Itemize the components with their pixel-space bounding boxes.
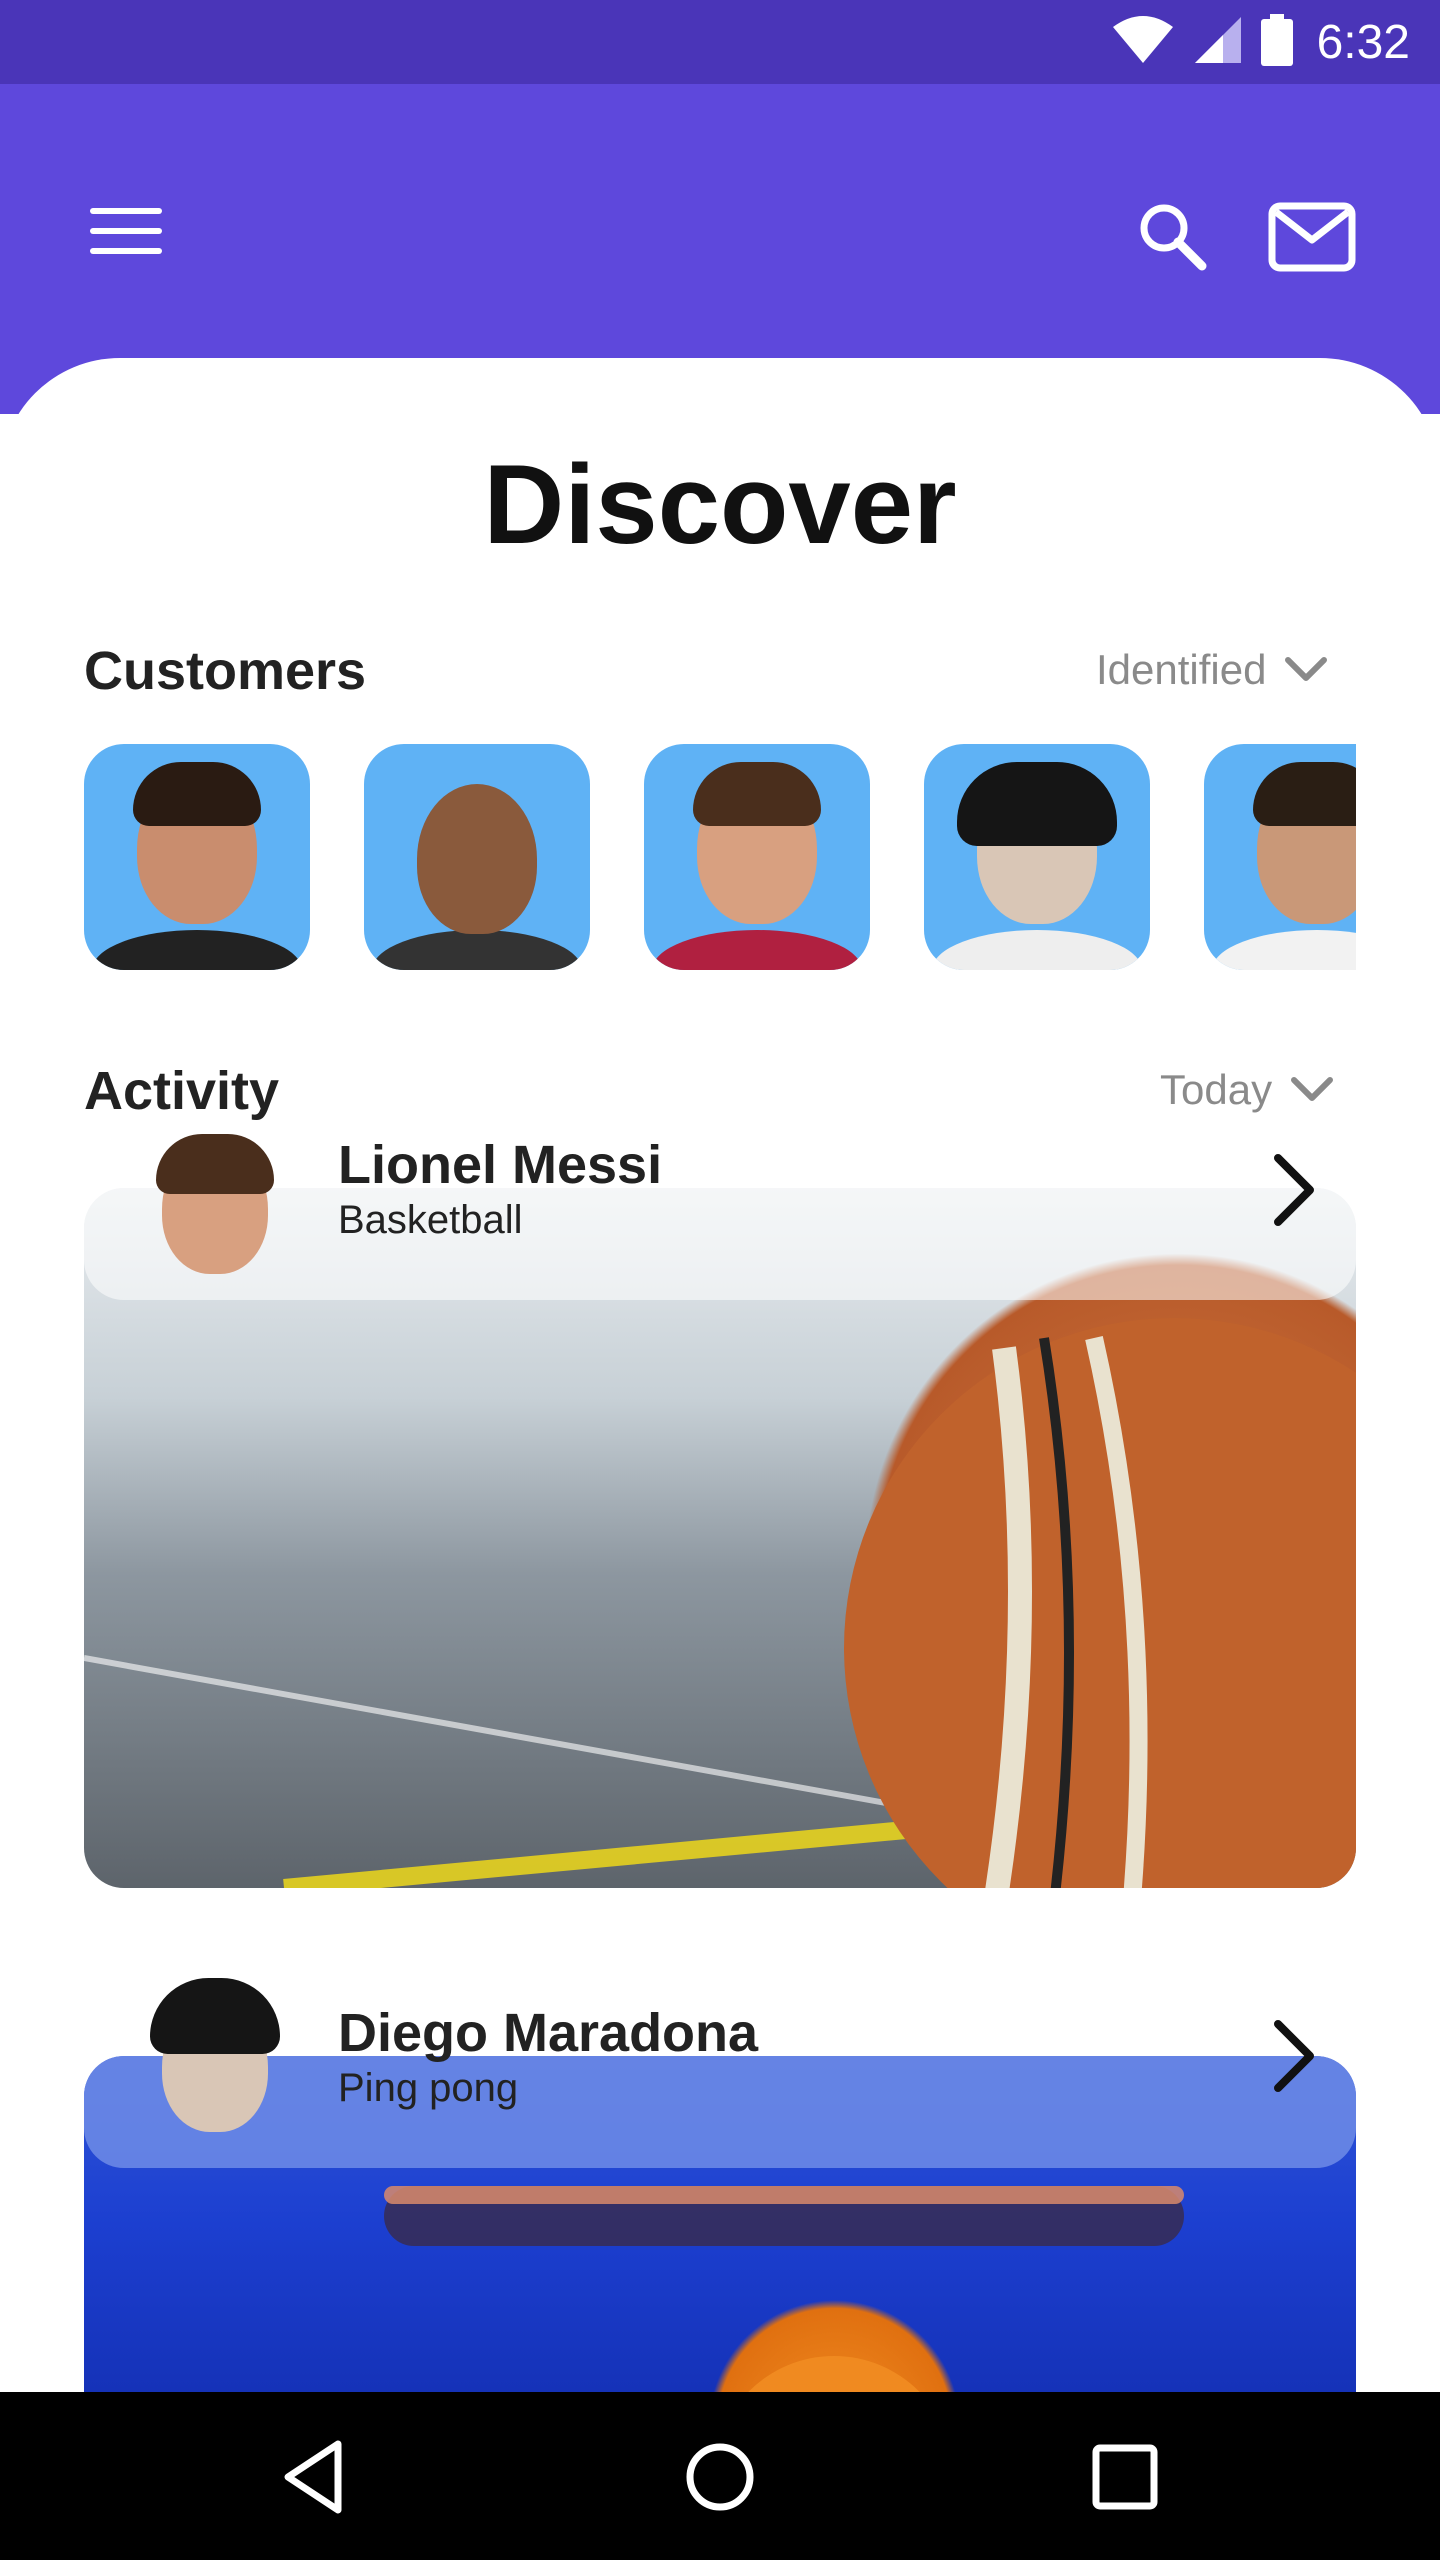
- battery-icon: [1260, 13, 1293, 71]
- activity-filter-dropdown[interactable]: Today: [1160, 1066, 1334, 1114]
- activity-sport: Basketball: [338, 1198, 523, 1242]
- chevron-right-icon[interactable]: [1266, 2016, 1326, 2096]
- screen: 6:32 Discover Customers Identified Activ…: [0, 0, 1440, 2560]
- activity-name: Diego Maradona: [338, 2003, 759, 2063]
- activity-name: Lionel Messi: [338, 1135, 663, 1195]
- signal-icon: [1193, 15, 1243, 70]
- activity-avatar: [140, 1134, 290, 1274]
- home-circle-icon[interactable]: [675, 2432, 765, 2522]
- hamburger-menu-icon[interactable]: [90, 208, 162, 256]
- chevron-down-icon: [1284, 646, 1328, 694]
- customers-avatar-row: [84, 744, 1356, 970]
- back-triangle-icon[interactable]: [270, 2432, 360, 2522]
- wifi-icon: [1111, 15, 1175, 70]
- page-title: Discover: [483, 442, 957, 567]
- customer-avatar-4[interactable]: [924, 744, 1150, 970]
- customer-avatar-3[interactable]: [644, 744, 870, 970]
- recents-square-icon[interactable]: [1080, 2432, 1170, 2522]
- customers-title: Customers: [84, 641, 367, 701]
- customer-avatar-1[interactable]: [84, 744, 310, 970]
- mail-icon[interactable]: [1268, 202, 1356, 272]
- activity-sport: Ping pong: [338, 2066, 519, 2110]
- chevron-right-icon[interactable]: [1266, 1150, 1326, 1230]
- customer-avatar-2[interactable]: [364, 744, 590, 970]
- status-bar: 6:32: [0, 0, 1440, 84]
- activity-filter-label: Today: [1160, 1066, 1273, 1113]
- customers-filter-dropdown[interactable]: Identified: [1096, 646, 1328, 694]
- activity-avatar: [140, 1972, 290, 2142]
- chevron-down-icon: [1290, 1066, 1334, 1114]
- system-nav-bar: [0, 2392, 1440, 2560]
- customer-avatar-5[interactable]: [1204, 744, 1356, 970]
- status-time: 6:32: [1316, 15, 1410, 69]
- customers-filter-label: Identified: [1096, 646, 1267, 693]
- activity-title: Activity: [84, 1061, 280, 1121]
- search-icon[interactable]: [1136, 200, 1208, 272]
